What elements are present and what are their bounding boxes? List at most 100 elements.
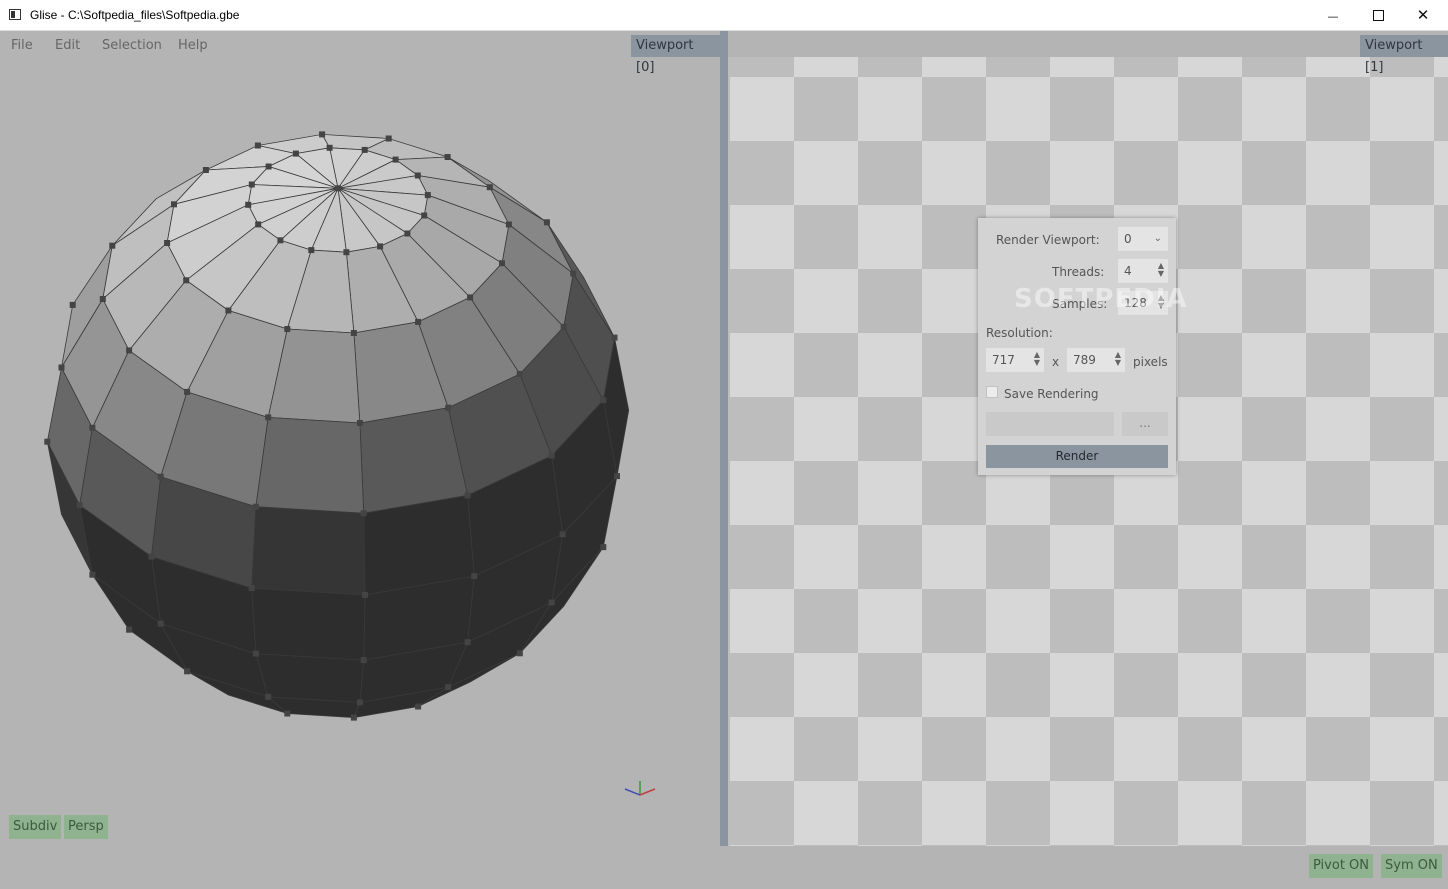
mesh-vertex[interactable] xyxy=(444,154,451,160)
threads-stepper[interactable]: 4 ▲ ▼ xyxy=(1118,259,1168,283)
mesh-vertex[interactable] xyxy=(326,144,333,151)
mesh-vertex[interactable] xyxy=(421,212,428,219)
mesh-vertex[interactable] xyxy=(292,150,299,157)
mesh-vertex[interactable] xyxy=(202,167,209,173)
mesh-vertex[interactable] xyxy=(559,531,566,538)
mesh-vertex[interactable] xyxy=(486,184,493,191)
mesh-vertex[interactable] xyxy=(385,135,392,142)
mesh-vertex[interactable] xyxy=(148,553,155,560)
mesh-vertex[interactable] xyxy=(415,703,422,710)
spin-arrows-icon[interactable]: ▲ ▼ xyxy=(1115,351,1121,367)
mesh-vertex[interactable] xyxy=(284,326,291,332)
mesh-vertex[interactable] xyxy=(445,684,452,691)
sphere-mesh[interactable] xyxy=(0,31,720,846)
mesh-vertex[interactable] xyxy=(69,301,76,308)
mesh-vertex[interactable] xyxy=(308,247,315,254)
mesh-vertex[interactable] xyxy=(356,420,363,426)
mesh-vertex[interactable] xyxy=(543,219,550,226)
viewport-splitter[interactable] xyxy=(720,31,728,846)
mesh-vertex[interactable] xyxy=(171,201,177,208)
mesh-vertex[interactable] xyxy=(356,699,363,706)
mesh-face[interactable] xyxy=(251,506,366,596)
mesh-face[interactable] xyxy=(255,653,365,703)
browse-button[interactable]: ... xyxy=(1122,412,1168,436)
mesh-vertex[interactable] xyxy=(319,131,326,138)
mesh-vertex[interactable] xyxy=(548,452,555,459)
persp-button[interactable]: Persp xyxy=(64,815,108,839)
mesh-vertex[interactable] xyxy=(377,243,384,250)
render-button[interactable]: Render xyxy=(986,445,1168,468)
maximize-button[interactable] xyxy=(1355,0,1401,31)
minimize-button[interactable]: — xyxy=(1310,0,1356,31)
mesh-vertex[interactable] xyxy=(404,230,411,237)
mesh-vertex[interactable] xyxy=(600,544,607,551)
save-rendering-checkbox[interactable] xyxy=(986,386,998,398)
mesh-vertex[interactable] xyxy=(126,347,133,354)
viewport-0[interactable]: File Edit Selection Help Viewport [0] Su… xyxy=(0,31,720,846)
mesh-vertex[interactable] xyxy=(471,573,478,580)
mesh-vertex[interactable] xyxy=(548,599,555,606)
mesh-vertex[interactable] xyxy=(89,571,96,578)
mesh-vertex[interactable] xyxy=(126,626,133,633)
mesh-vertex[interactable] xyxy=(516,371,523,377)
resolution-height-stepper[interactable]: 789 ▲ ▼ xyxy=(1067,348,1125,372)
mesh-vertex[interactable] xyxy=(248,181,255,188)
mesh-vertex[interactable] xyxy=(184,388,191,395)
mesh-vertex[interactable] xyxy=(76,502,83,509)
samples-stepper[interactable]: 128 ▲ ▼ xyxy=(1118,291,1168,315)
mesh-vertex[interactable] xyxy=(99,296,106,302)
mesh-vertex[interactable] xyxy=(335,185,341,192)
mesh-vertex[interactable] xyxy=(505,221,512,228)
resolution-width-stepper[interactable]: 717 ▲ ▼ xyxy=(986,348,1044,372)
mesh-vertex[interactable] xyxy=(252,503,259,510)
mesh-vertex[interactable] xyxy=(245,201,252,208)
mesh-vertex[interactable] xyxy=(184,668,191,675)
mesh-vertex[interactable] xyxy=(343,249,350,256)
mesh-vertex[interactable] xyxy=(277,237,284,244)
mesh-vertex[interactable] xyxy=(164,240,171,246)
mesh-vertex[interactable] xyxy=(611,334,618,341)
mesh-vertex[interactable] xyxy=(361,146,368,153)
mesh-vertex[interactable] xyxy=(350,330,357,336)
mesh-vertex[interactable] xyxy=(109,242,116,249)
mesh-vertex[interactable] xyxy=(252,650,259,657)
mesh-vertex[interactable] xyxy=(362,591,368,598)
mesh-vertex[interactable] xyxy=(44,438,51,445)
save-path-input[interactable] xyxy=(986,412,1114,436)
mesh-vertex[interactable] xyxy=(265,693,272,700)
mesh-face[interactable] xyxy=(251,587,366,661)
close-button[interactable]: ✕ xyxy=(1400,0,1446,31)
sym-toggle[interactable]: Sym ON xyxy=(1381,854,1442,878)
mesh-vertex[interactable] xyxy=(414,172,421,179)
mesh-vertex[interactable] xyxy=(467,294,474,301)
mesh-vertex[interactable] xyxy=(614,473,620,480)
subdiv-button[interactable]: Subdiv xyxy=(9,815,62,839)
mesh-vertex[interactable] xyxy=(445,404,452,411)
mesh-vertex[interactable] xyxy=(255,221,262,228)
spin-arrows-icon[interactable]: ▲ ▼ xyxy=(1158,262,1164,278)
mesh-vertex[interactable] xyxy=(284,710,291,717)
mesh-vertex[interactable] xyxy=(560,323,567,330)
mesh-vertex[interactable] xyxy=(516,650,523,657)
mesh-vertex[interactable] xyxy=(157,620,164,627)
mesh-vertex[interactable] xyxy=(225,307,232,314)
mesh-vertex[interactable] xyxy=(58,364,65,371)
pivot-toggle[interactable]: Pivot ON xyxy=(1309,854,1373,878)
spin-arrows-icon[interactable]: ▲ ▼ xyxy=(1158,294,1164,310)
mesh-face[interactable] xyxy=(255,416,365,514)
mesh-vertex[interactable] xyxy=(499,260,505,267)
mesh-vertex[interactable] xyxy=(89,424,96,431)
mesh-vertex[interactable] xyxy=(464,639,471,646)
mesh-vertex[interactable] xyxy=(360,510,367,517)
mesh-vertex[interactable] xyxy=(424,192,431,199)
mesh-vertex[interactable] xyxy=(254,142,261,149)
mesh-vertex[interactable] xyxy=(350,714,357,721)
mesh-vertex[interactable] xyxy=(248,585,255,592)
render-viewport-select[interactable]: 0 ⌄ xyxy=(1118,227,1168,251)
spin-arrows-icon[interactable]: ▲ ▼ xyxy=(1034,351,1040,367)
mesh-vertex[interactable] xyxy=(265,163,272,170)
mesh-vertex[interactable] xyxy=(600,397,607,404)
mesh-vertex[interactable] xyxy=(157,473,164,480)
mesh-vertex[interactable] xyxy=(183,277,190,284)
mesh-vertex[interactable] xyxy=(570,270,577,277)
